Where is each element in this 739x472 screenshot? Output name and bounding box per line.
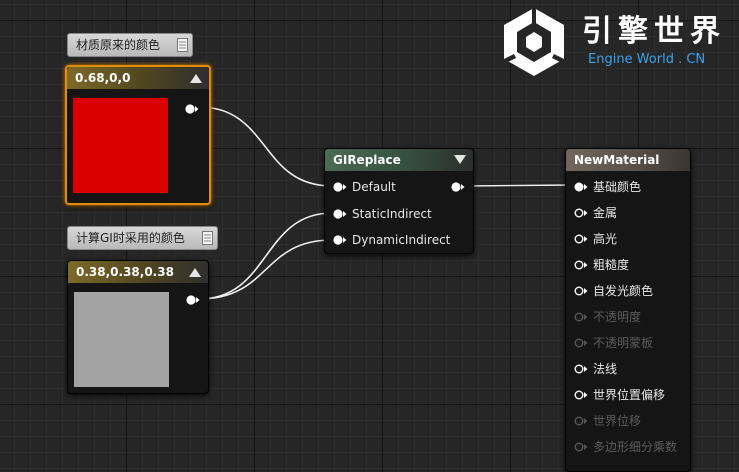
input-pin-icon[interactable]: [574, 207, 588, 219]
wire-gi-to-basecolor: [464, 184, 576, 187]
material-input-pin[interactable]: 自发光颜色: [566, 281, 692, 301]
node-title: GIReplace: [333, 153, 401, 167]
comment-gi-color: 计算GI时采用的颜色: [67, 226, 218, 250]
material-input-pin[interactable]: 不透明蒙板: [566, 333, 692, 353]
pin-label: 不透明度: [593, 310, 642, 324]
input-pin-icon[interactable]: [574, 259, 588, 271]
pin-label: 世界位置偏移: [593, 388, 666, 402]
material-input-pin[interactable]: 不透明度: [566, 307, 692, 327]
node-title: NewMaterial: [574, 153, 660, 167]
pin-label: 多边形细分乘数: [593, 440, 678, 454]
input-pin-dynamic-indirect[interactable]: DynamicIndirect: [325, 230, 475, 250]
material-result-node[interactable]: NewMaterial 基础颜色金属高光粗糙度自发光颜色不透明度不透明蒙板法线世…: [565, 148, 691, 472]
output-pin-icon[interactable]: [186, 294, 200, 306]
pin-label: 法线: [593, 362, 618, 376]
logo-english-text: Engine World . CN: [588, 52, 706, 67]
pin-label: Default: [352, 180, 396, 194]
wire-gray-to-dynamic: [198, 239, 333, 300]
comment-note-icon: [202, 231, 213, 245]
input-pin-icon[interactable]: [574, 311, 588, 323]
constant3-node-gray[interactable]: 0.38,0.38,0.38: [67, 260, 209, 394]
input-pin-icon[interactable]: [574, 233, 588, 245]
pin-label: 基础颜色: [593, 180, 642, 194]
expand-triangle-icon[interactable]: [454, 155, 466, 164]
pin-label: 金属: [593, 206, 618, 220]
input-pin-icon[interactable]: [333, 234, 347, 246]
input-pin-icon[interactable]: [574, 337, 588, 349]
input-pin-icon[interactable]: [574, 389, 588, 401]
input-pin-icon[interactable]: [574, 363, 588, 375]
comment-note-icon: [177, 38, 188, 52]
material-input-pin[interactable]: 高光: [566, 229, 692, 249]
material-input-pin[interactable]: 世界位移: [566, 411, 692, 431]
pin-label: DynamicIndirect: [352, 233, 451, 247]
logo-chinese-text: 引擎世界: [582, 14, 726, 49]
input-pin-icon[interactable]: [574, 415, 588, 427]
collapse-triangle-icon[interactable]: [190, 74, 202, 83]
input-pin-icon[interactable]: [333, 181, 347, 193]
comment-text: 材质原来的颜色: [76, 38, 161, 52]
gireplace-node[interactable]: GIReplace Default StaticIndirect Dynamic…: [324, 148, 474, 254]
node-title: 0.38,0.38,0.38: [76, 265, 174, 279]
material-input-pin[interactable]: 法线: [566, 359, 692, 379]
material-input-pin[interactable]: 世界位置偏移: [566, 385, 692, 405]
comment-original-color: 材质原来的颜色: [67, 33, 193, 57]
engine-world-logo: 引擎世界 Engine World . CN: [498, 6, 732, 78]
wire-gray-to-static: [198, 212, 333, 300]
constant3-node-red[interactable]: 0.68,0,0: [65, 65, 211, 205]
pin-label: 粗糙度: [593, 258, 630, 272]
node-header[interactable]: NewMaterial: [566, 149, 690, 171]
input-pin-icon[interactable]: [574, 441, 588, 453]
input-pin-icon[interactable]: [574, 285, 588, 297]
pin-label: 不透明蒙板: [593, 336, 654, 350]
pin-label: 高光: [593, 232, 618, 246]
output-pin-icon[interactable]: [451, 181, 465, 193]
output-pin-icon[interactable]: [185, 103, 199, 115]
input-pin-static-indirect[interactable]: StaticIndirect: [325, 204, 475, 224]
input-pin-icon[interactable]: [333, 208, 347, 220]
wire-red-to-default: [198, 106, 333, 187]
material-input-pin[interactable]: 粗糙度: [566, 255, 692, 275]
collapse-triangle-icon[interactable]: [189, 268, 201, 277]
pin-label: StaticIndirect: [352, 207, 432, 221]
material-input-pin[interactable]: 基础颜色: [566, 177, 692, 197]
engine-world-logo-icon: [504, 8, 564, 76]
pin-label: 世界位移: [593, 414, 642, 428]
pin-label: 自发光颜色: [593, 284, 654, 298]
color-preview-swatch: [73, 98, 168, 193]
node-header[interactable]: 0.38,0.38,0.38: [68, 261, 208, 283]
node-header[interactable]: 0.68,0,0: [67, 67, 209, 89]
node-header[interactable]: GIReplace: [325, 149, 473, 171]
color-preview-swatch: [74, 292, 169, 387]
material-input-pin[interactable]: 多边形细分乘数: [566, 437, 692, 457]
node-title: 0.68,0,0: [75, 71, 131, 85]
input-pin-icon[interactable]: [574, 181, 588, 193]
material-input-pin[interactable]: 金属: [566, 203, 692, 223]
comment-text: 计算GI时采用的颜色: [76, 231, 185, 245]
